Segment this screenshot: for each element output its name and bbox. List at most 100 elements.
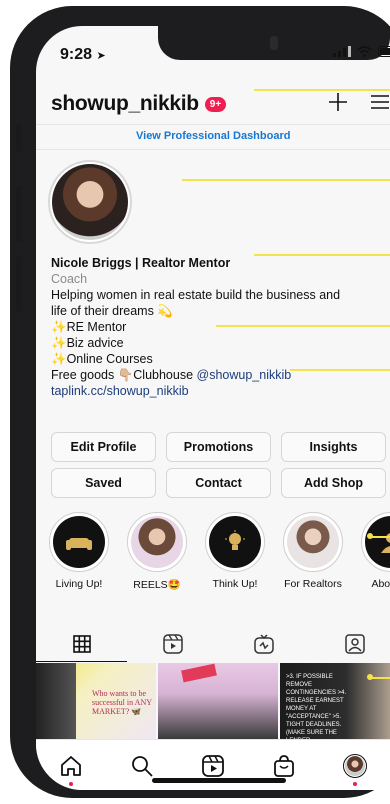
header-actions xyxy=(328,92,390,112)
highlight-cover xyxy=(365,516,390,568)
menu-icon[interactable] xyxy=(370,94,390,110)
annotation-dot xyxy=(367,533,373,539)
nav-search[interactable] xyxy=(127,751,157,781)
status-time: 9:28 ➤ xyxy=(60,46,106,64)
reels-icon xyxy=(162,634,183,654)
highlight-label: Living Up! xyxy=(55,578,103,590)
tab-igtv[interactable] xyxy=(218,626,309,662)
search-icon xyxy=(132,755,153,777)
post-photo xyxy=(36,663,76,739)
highlight-label: REELS🤩 xyxy=(133,579,181,591)
location-arrow-icon: ➤ xyxy=(96,50,106,62)
profile-buttons: Edit Profile Promotions Insights Saved C… xyxy=(51,432,390,498)
active-tab-indicator xyxy=(36,661,127,662)
highlight-ring xyxy=(127,512,187,572)
username[interactable]: showup_nikkib xyxy=(51,92,199,116)
highlight-label: For Realtors xyxy=(284,578,342,590)
highlight-item[interactable]: Living Up! xyxy=(46,512,112,591)
reels-icon xyxy=(202,754,224,777)
mute-switch xyxy=(16,124,22,152)
notification-dot xyxy=(69,781,74,786)
promotions-button[interactable]: Promotions xyxy=(166,432,271,462)
mention-link[interactable]: @showup_nikkib xyxy=(197,368,292,382)
tab-grid[interactable] xyxy=(36,626,127,662)
tab-reels[interactable] xyxy=(127,626,218,662)
bio-line: ✨Online Courses xyxy=(51,352,153,366)
person-icon xyxy=(381,533,390,553)
post-thumbnail[interactable]: >3. IF POSSIBLE REMOVE CONTINGENCIES >4.… xyxy=(280,663,390,739)
battery-icon xyxy=(378,46,390,57)
post-caption: >3. IF POSSIBLE REMOVE CONTINGENCIES >4.… xyxy=(286,674,347,739)
notification-badge[interactable]: 9+ xyxy=(204,96,227,112)
profile-avatar-small xyxy=(342,753,367,778)
highlight-item[interactable]: Think Up! xyxy=(202,512,268,591)
screen: 9:28 ➤ showup_nikkib 9+ View Professiona… xyxy=(36,26,390,790)
plus-icon[interactable] xyxy=(328,92,348,112)
notification-dot xyxy=(352,781,357,786)
highlight-label: About M xyxy=(371,578,390,590)
igtv-icon xyxy=(253,634,274,654)
post-caption: Who wants to be successful in ANY MARKET… xyxy=(92,689,152,716)
sofa-icon xyxy=(66,538,92,550)
annotation-line xyxy=(216,325,390,327)
add-shop-button[interactable]: Add Shop xyxy=(281,468,386,498)
home-icon xyxy=(61,755,82,776)
annotation-dot xyxy=(367,674,373,680)
saved-button[interactable]: Saved xyxy=(51,468,156,498)
website-link[interactable]: taplink.cc/showup_nikkib xyxy=(51,383,390,399)
display-name: Nicole Briggs | Realtor Mentor xyxy=(51,256,231,270)
time-text: 9:28 xyxy=(60,46,93,63)
highlight-cover xyxy=(287,516,339,568)
avatar-photo xyxy=(344,755,365,776)
professional-dashboard-bar[interactable]: View Professional Dashboard xyxy=(36,124,390,150)
profile-tabs xyxy=(36,626,390,662)
profile-avatar[interactable] xyxy=(48,160,132,244)
annotation-line xyxy=(290,369,390,371)
insights-button[interactable]: Insights xyxy=(281,432,386,462)
highlight-label: Think Up! xyxy=(212,578,258,590)
post-thumbnail[interactable] xyxy=(158,663,278,739)
contact-button[interactable]: Contact xyxy=(166,468,271,498)
story-highlights: Living Up! REELS🤩 Think Up! For Realtors xyxy=(46,512,390,591)
shopping-bag-icon xyxy=(273,754,294,777)
highlight-item[interactable]: About M xyxy=(358,512,390,591)
bio-line: ✨Biz advice xyxy=(51,336,124,350)
highlight-ring xyxy=(205,512,265,572)
lightbulb-icon xyxy=(225,530,245,550)
highlight-item[interactable]: REELS🤩 xyxy=(124,512,190,591)
nav-profile[interactable] xyxy=(340,751,370,786)
tagged-icon xyxy=(344,634,365,654)
highlight-item[interactable]: For Realtors xyxy=(280,512,346,591)
annotation-line xyxy=(182,179,390,181)
profile-bio: Nicole Briggs | Realtor Mentor Coach Hel… xyxy=(51,255,390,399)
signal-icon xyxy=(333,46,351,57)
edit-profile-button[interactable]: Edit Profile xyxy=(51,432,156,462)
bio-line: Helping women in real estate build the b… xyxy=(51,288,341,302)
nav-home[interactable] xyxy=(56,751,86,786)
grid-icon xyxy=(72,635,91,653)
home-indicator[interactable] xyxy=(152,778,286,783)
post-thumbnail[interactable]: Who wants to be successful in ANY MARKET… xyxy=(36,663,156,739)
highlight-cover xyxy=(131,516,183,568)
posts-grid: Who wants to be successful in ANY MARKET… xyxy=(36,663,390,739)
volume-up-button xyxy=(16,186,22,242)
wifi-icon xyxy=(357,46,372,57)
nav-reels[interactable] xyxy=(198,751,228,781)
highlight-cover xyxy=(53,516,105,568)
highlight-ring xyxy=(361,512,390,572)
tab-tagged[interactable] xyxy=(309,626,390,662)
highlight-ring xyxy=(283,512,343,572)
avatar-photo xyxy=(52,164,128,240)
nav-shop[interactable] xyxy=(269,751,299,781)
annotation-line xyxy=(370,677,390,679)
category-label: Coach xyxy=(51,272,88,286)
bio-line: ✨RE Mentor xyxy=(51,320,127,334)
camera xyxy=(270,36,278,50)
status-icons xyxy=(333,46,390,57)
volume-down-button xyxy=(16,256,22,312)
annotation-line xyxy=(370,536,390,538)
highlight-cover xyxy=(209,516,261,568)
bio-line: life of their dreams 💫 xyxy=(51,304,173,318)
free-goods-text: Free goods 👇🏼Clubhouse xyxy=(51,368,197,382)
professional-dashboard-link[interactable]: View Professional Dashboard xyxy=(136,130,290,142)
